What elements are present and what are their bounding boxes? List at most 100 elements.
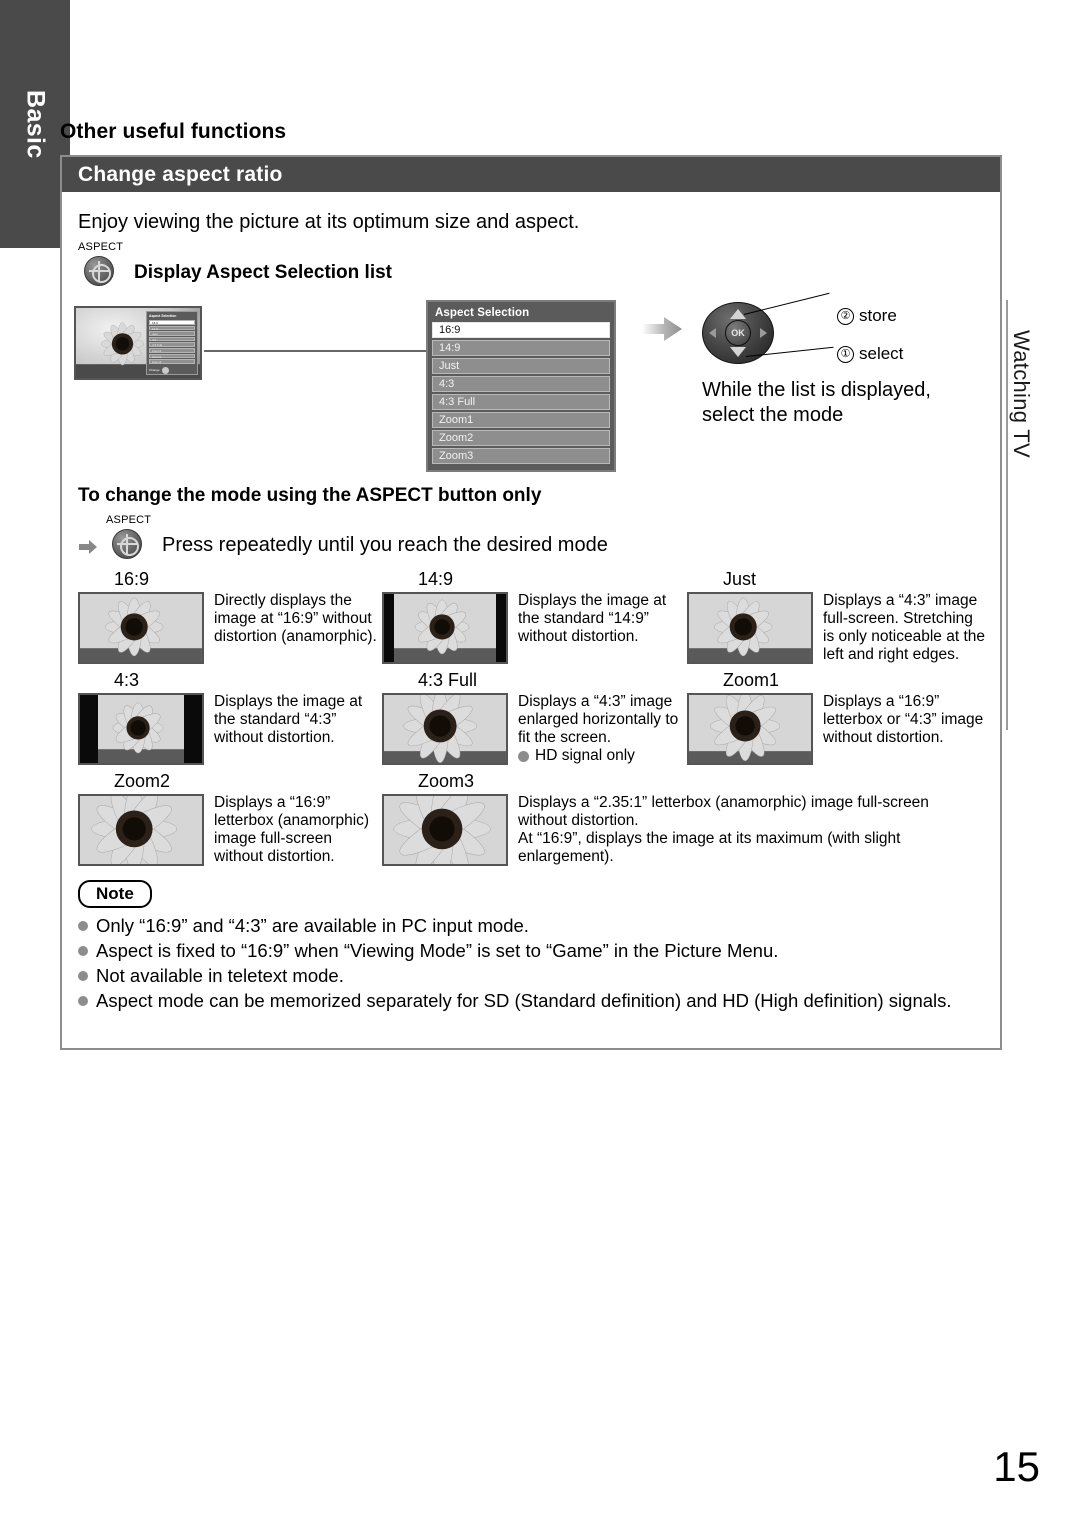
note-item-text: Not available in teletext mode. (96, 965, 344, 986)
mode-cell-16-9: 16:9 Directly displays the image at “16:… (78, 569, 382, 664)
note-item: Aspect is fixed to “16:9” when “Viewing … (78, 939, 978, 962)
pillarbox-left (80, 695, 98, 763)
thumbnail-osd-item: 16:9 (149, 320, 195, 325)
store-callout: ② store (837, 306, 897, 326)
mode-cell-zoom1: Zoom1 Displays a “16:9” letterbox or “4:… (687, 670, 987, 765)
note-item: Only “16:9” and “4:3” are available in P… (78, 914, 978, 937)
mode-cell-4-3-full: 4:3 Full Displays a “4:3” image enlarged… (382, 670, 687, 765)
select-callout: ① select (837, 344, 903, 364)
mode-cell-4-3: 4:3 Displays the image at the standard “… (78, 670, 382, 765)
aspect-list-item-16-9[interactable]: 16:9 (432, 322, 610, 338)
osd-dpad-icon (161, 366, 169, 374)
aspect-list-item-14-9[interactable]: 14:9 (432, 340, 610, 356)
page-heading: Other useful functions (60, 120, 287, 143)
mode-thumbnail (687, 693, 813, 765)
note-item: Not available in teletext mode. (78, 964, 978, 987)
aspect-list-item-4-3[interactable]: 4:3 (432, 376, 610, 392)
display-list-title: Display Aspect Selection list (134, 262, 392, 283)
dpad-down-icon[interactable] (730, 347, 746, 357)
tv-screen-thumbnail: Aspect Selection 16:9 14:9 Just 4:3 4:3 … (74, 306, 202, 380)
flower-image (80, 796, 202, 864)
side-tab-chapter[interactable]: Watching TV (1008, 330, 1034, 480)
aspect-key-group-2: ASPECT (106, 514, 152, 559)
note-bullet-icon (78, 921, 88, 931)
note-bullet-icon (78, 971, 88, 981)
dpad-instruction-line2: select the mode (702, 404, 844, 426)
mode-row: 16:9 Directly displays the image at “16:… (78, 569, 1000, 664)
select-step-number: ① (837, 345, 854, 363)
change-aspect-ratio-panel: Change aspect ratio Enjoy viewing the pi… (60, 155, 1002, 1050)
mode-description: Displays the image at the standard “14:9… (518, 592, 667, 645)
mode-thumbnail (78, 693, 204, 765)
flow-arrow-icon (642, 317, 682, 341)
thumbnail-osd-item: 14:9 (149, 325, 195, 331)
note-badge: Note (78, 880, 152, 908)
pillarbox-right (496, 594, 506, 662)
dpad-right-icon[interactable] (760, 328, 767, 338)
flower-image (384, 695, 506, 763)
mode-description: Displays a “16:9” letterbox (anamorphic)… (214, 794, 370, 865)
dpad-instruction: While the list is displayed, select the … (702, 378, 931, 428)
mode-thumbnail (78, 592, 204, 664)
aspect-list-item-zoom2[interactable]: Zoom2 (432, 430, 610, 446)
aspect-key-caption: ASPECT (78, 241, 124, 253)
aspect-list-item-4-3-full[interactable]: 4:3 Full (432, 394, 610, 410)
mode-thumbnail (382, 794, 508, 866)
panel-title: Change aspect ratio (78, 162, 283, 186)
mode-description: Displays a “16:9” letterbox or “4:3” ima… (823, 693, 984, 746)
dpad-instruction-line1: While the list is displayed, (702, 379, 931, 401)
page-number: 15 (993, 1443, 1040, 1490)
mode-thumbnail (78, 794, 204, 866)
note-section: Note Only “16:9” and “4:3” are available… (62, 876, 1000, 1012)
mode-description-text: Displays a “4:3” image enlarged horizont… (518, 693, 679, 746)
connector-line (204, 350, 426, 352)
pillarbox-right (184, 695, 202, 763)
select-label: select (859, 344, 904, 363)
ok-button[interactable]: OK (725, 320, 751, 346)
note-item-text: Aspect mode can be memorized separately … (96, 990, 952, 1011)
osd-footer-change: Change (149, 368, 160, 373)
thumbnail-osd-footer: Change (149, 366, 195, 374)
aspect-selection-list[interactable]: Aspect Selection 16:9 14:9 Just 4:3 4:3 … (426, 300, 616, 472)
mode-thumbnail (687, 592, 813, 664)
dpad-left-icon[interactable] (709, 328, 716, 338)
flower-image (384, 796, 506, 864)
note-bullet-icon (518, 751, 529, 762)
mode-label: Just (723, 569, 757, 589)
mode-cell-zoom3: Zoom3 Displays a “2.35:1” letterbox (ana… (382, 771, 982, 866)
mode-description-note: HD signal only (518, 747, 687, 765)
mode-row: 4:3 Displays the image at the standard “… (78, 670, 1000, 765)
hd-signal-note: HD signal only (535, 747, 635, 764)
mode-description: Displays a “4:3” image enlarged horizont… (518, 693, 687, 765)
mode-label: Zoom3 (418, 771, 475, 791)
aspect-list-item-just[interactable]: Just (432, 358, 610, 374)
note-bullet-icon (78, 946, 88, 956)
note-item-text: Only “16:9” and “4:3” are available in P… (96, 915, 529, 936)
mode-label: Zoom1 (723, 670, 780, 690)
mode-thumbnail (382, 592, 508, 664)
mode-description: Displays a “2.35:1” letterbox (anamorphi… (518, 794, 929, 865)
mode-description: Displays the image at the standard “4:3”… (214, 693, 363, 746)
mode-label: 16:9 (114, 569, 150, 589)
mode-label: 14:9 (418, 569, 454, 589)
note-list: Only “16:9” and “4:3” are available in P… (78, 914, 1000, 1012)
aspect-mode-grid: 16:9 Directly displays the image at “16:… (62, 559, 1000, 866)
step-arrow-icon (79, 540, 97, 554)
note-item-text: Aspect is fixed to “16:9” when “Viewing … (96, 940, 779, 961)
note-item: Aspect mode can be memorized separately … (78, 989, 978, 1012)
thumbnail-osd-item: Zoom3 (149, 359, 195, 364)
flower-image (80, 594, 202, 662)
thumbnail-osd-item: Just (149, 331, 195, 336)
dpad-control[interactable]: OK (702, 302, 782, 372)
thumbnail-osd-item: 4:3 (149, 336, 195, 342)
flower-image (384, 594, 506, 662)
aspect-list-item-zoom3[interactable]: Zoom3 (432, 448, 610, 464)
mode-row: Zoom2 Displays a “16:9” letterbox (anamo… (78, 771, 1000, 866)
thumbnail-osd-item: Zoom1 (149, 347, 195, 353)
press-instruction: Press repeatedly until you reach the des… (162, 534, 608, 556)
mode-description: Directly displays the image at “16:9” wi… (214, 592, 377, 645)
thumbnail-osd-title: Aspect Selection (149, 314, 177, 318)
aspect-list-item-zoom1[interactable]: Zoom1 (432, 412, 610, 428)
aspect-button-icon-2[interactable] (112, 529, 142, 559)
aspect-button-icon[interactable] (84, 256, 114, 286)
